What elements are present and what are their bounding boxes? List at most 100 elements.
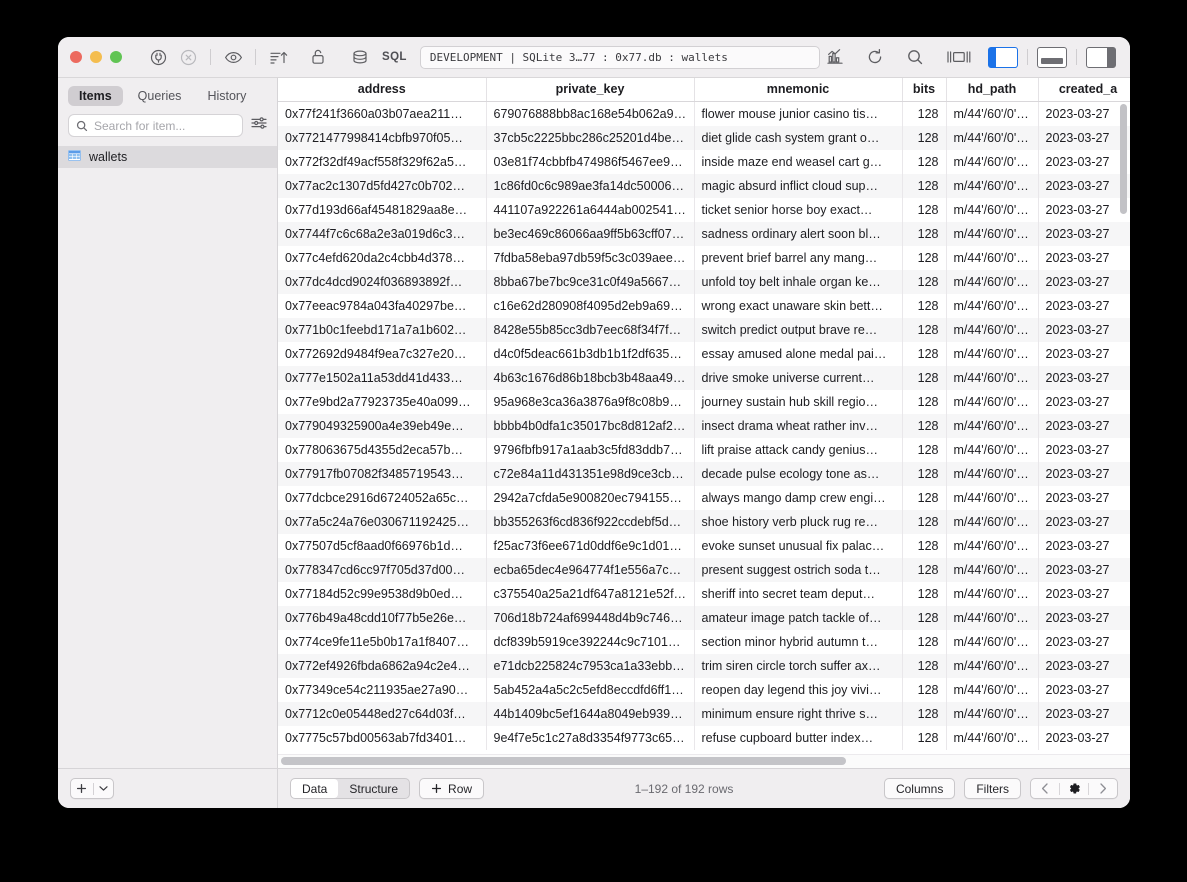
cell-bits[interactable]: 128 xyxy=(902,317,947,342)
cell-bits[interactable]: 128 xyxy=(902,149,947,174)
cell-private_key[interactable]: 679076888bb8ac168e54b062a918… xyxy=(486,101,695,126)
cell-bits[interactable]: 128 xyxy=(902,101,947,126)
cell-hd_path[interactable]: m/44'/60'/0'/0/0 xyxy=(946,581,1039,606)
table-row[interactable]: 0x7744f7c6c68a2e3a019d6c3… be3ec469c86066… xyxy=(278,221,1130,246)
view-mode-data[interactable]: Data xyxy=(291,779,339,798)
cell-address[interactable]: 0x77e9bd2a77923735e40a099… xyxy=(278,389,487,414)
cell-created_at[interactable]: 2023-03-27 xyxy=(1038,677,1130,702)
column-header-private-key[interactable]: private_key xyxy=(486,78,695,102)
cell-bits[interactable]: 128 xyxy=(902,461,947,486)
cell-created_at[interactable]: 2023-03-27 xyxy=(1038,269,1130,294)
table-row[interactable]: 0x77dcbce2916d6724052a65c… 2942a7cfda5e90… xyxy=(278,485,1130,510)
column-header-address[interactable]: address xyxy=(278,78,487,102)
cell-bits[interactable]: 128 xyxy=(902,341,947,366)
layout-right-sidebar-button[interactable] xyxy=(1086,46,1116,68)
cell-hd_path[interactable]: m/44'/60'/0'/0/0 xyxy=(946,701,1039,726)
cell-mnemonic[interactable]: insect drama wheat rather inv… xyxy=(694,413,903,438)
cell-hd_path[interactable]: m/44'/60'/0'/0/0 xyxy=(946,197,1039,222)
cell-bits[interactable]: 128 xyxy=(902,245,947,270)
cell-address[interactable]: 0x778347cd6cc97f705d37d00… xyxy=(278,557,487,582)
cell-mnemonic[interactable]: ticket senior horse boy exact… xyxy=(694,197,903,222)
table-row[interactable]: 0x77349ce54c211935ae27a90… 5ab452a4a5c2c5… xyxy=(278,677,1130,702)
cell-bits[interactable]: 128 xyxy=(902,125,947,150)
table-row[interactable]: 0x772f32df49acf558f329f62a5… 03e81f74cbbf… xyxy=(278,149,1130,174)
expand-icon[interactable] xyxy=(942,43,976,71)
cell-private_key[interactable]: 8428e55b85cc3db7eec68f34f7fccdf… xyxy=(486,317,695,342)
sql-label[interactable]: SQL xyxy=(375,51,414,63)
cell-address[interactable]: 0x77349ce54c211935ae27a90… xyxy=(278,677,487,702)
cell-mnemonic[interactable]: flower mouse junior casino tis… xyxy=(694,101,903,126)
connect-icon[interactable] xyxy=(143,43,173,71)
table-row[interactable]: 0x77f241f3660a03b07aea211… 679076888bb8ac… xyxy=(278,101,1130,126)
cell-created_at[interactable]: 2023-03-27 xyxy=(1038,413,1130,438)
cell-created_at[interactable]: 2023-03-27 xyxy=(1038,725,1130,750)
cell-hd_path[interactable]: m/44'/60'/0'/0/0 xyxy=(946,557,1039,582)
cell-created_at[interactable]: 2023-03-27 xyxy=(1038,557,1130,582)
cell-private_key[interactable]: be3ec469c86066aa9ff5b63cff0773… xyxy=(486,221,695,246)
cell-address[interactable]: 0x772ef4926fbda6862a94c2e4… xyxy=(278,653,487,678)
table-row[interactable]: 0x771b0c1feebd171a7a1b602… 8428e55b85cc3d… xyxy=(278,317,1130,342)
cell-address[interactable]: 0x777e1502a11a53dd41d433… xyxy=(278,365,487,390)
cell-hd_path[interactable]: m/44'/60'/0'/0/0 xyxy=(946,629,1039,654)
table-row[interactable]: 0x77eeac9784a043fa40297be… c16e62d280908f… xyxy=(278,293,1130,318)
cell-hd_path[interactable]: m/44'/60'/0'/0/0 xyxy=(946,653,1039,678)
add-item-menu-button[interactable] xyxy=(94,779,114,798)
cell-created_at[interactable]: 2023-03-27 xyxy=(1038,533,1130,558)
table-row[interactable]: 0x772ef4926fbda6862a94c2e4… e71dcb225824c… xyxy=(278,653,1130,678)
table-row[interactable]: 0x776b49a48cdd10f77b5e26e… 706d18b724af69… xyxy=(278,605,1130,630)
previous-page-button[interactable] xyxy=(1031,779,1059,798)
table-row[interactable]: 0x7775c57bd00563ab7fd3401… 9e4f7e5c1c27a8… xyxy=(278,725,1130,750)
cell-mnemonic[interactable]: section minor hybrid autumn t… xyxy=(694,629,903,654)
cell-bits[interactable]: 128 xyxy=(902,725,947,750)
cell-address[interactable]: 0x77d193d66af45481829aa8e… xyxy=(278,197,487,222)
cell-private_key[interactable]: ecba65dec4e964774f1e556a7cd5d… xyxy=(486,557,695,582)
table-row[interactable]: 0x77d193d66af45481829aa8e… 441107a922261a… xyxy=(278,197,1130,222)
cell-bits[interactable]: 128 xyxy=(902,269,947,294)
cell-hd_path[interactable]: m/44'/60'/0'/0/0 xyxy=(946,677,1039,702)
cell-hd_path[interactable]: m/44'/60'/0'/0/0 xyxy=(946,149,1039,174)
cell-address[interactable]: 0x77dcbce2916d6724052a65c… xyxy=(278,485,487,510)
table-row[interactable]: 0x779049325900a4e39eb49e… bbbb4b0dfa1c350… xyxy=(278,413,1130,438)
cell-mnemonic[interactable]: wrong exact unaware skin bett… xyxy=(694,293,903,318)
cell-bits[interactable]: 128 xyxy=(902,197,947,222)
cell-bits[interactable]: 128 xyxy=(902,677,947,702)
sidebar-item-wallets[interactable]: wallets xyxy=(58,146,277,168)
cell-bits[interactable]: 128 xyxy=(902,389,947,414)
cell-private_key[interactable]: 5ab452a4a5c2c5efd8eccdfd6ff12d1… xyxy=(486,677,695,702)
table-row[interactable]: 0x777e1502a11a53dd41d433… 4b63c1676d86b18… xyxy=(278,365,1130,390)
cell-hd_path[interactable]: m/44'/60'/0'/0/0 xyxy=(946,725,1039,750)
cell-address[interactable]: 0x776b49a48cdd10f77b5e26e… xyxy=(278,605,487,630)
cell-private_key[interactable]: 2942a7cfda5e900820ec794155c1ff… xyxy=(486,485,695,510)
cell-hd_path[interactable]: m/44'/60'/0'/0/0 xyxy=(946,293,1039,318)
cell-private_key[interactable]: 706d18b724af699448d4b9c746752… xyxy=(486,605,695,630)
table-settings-button[interactable] xyxy=(1060,779,1088,798)
close-button[interactable] xyxy=(70,51,82,63)
cell-hd_path[interactable]: m/44'/60'/0'/0/0 xyxy=(946,269,1039,294)
cell-bits[interactable]: 128 xyxy=(902,605,947,630)
cell-mnemonic[interactable]: unfold toy belt inhale organ ke… xyxy=(694,269,903,294)
table-row[interactable]: 0x77e9bd2a77923735e40a099… 95a968e3ca36a3… xyxy=(278,389,1130,414)
layout-bottom-panel-button[interactable] xyxy=(1037,46,1067,68)
cell-bits[interactable]: 128 xyxy=(902,437,947,462)
cell-private_key[interactable]: 7fdba58eba97db59f5c3c039aeea67… xyxy=(486,245,695,270)
table-row[interactable]: 0x77917fb07082f3485719543… c72e84a11d4313… xyxy=(278,461,1130,486)
zoom-button[interactable] xyxy=(110,51,122,63)
cell-private_key[interactable]: c72e84a11d431351e98d9ce3cb241… xyxy=(486,461,695,486)
column-header-mnemonic[interactable]: mnemonic xyxy=(694,78,903,102)
cell-hd_path[interactable]: m/44'/60'/0'/0/0 xyxy=(946,509,1039,534)
cell-mnemonic[interactable]: decade pulse ecology tone as… xyxy=(694,461,903,486)
cell-mnemonic[interactable]: reopen day legend this joy vivi… xyxy=(694,677,903,702)
cell-private_key[interactable]: 03e81f74cbbfb474986f5467ee99cb… xyxy=(486,149,695,174)
lock-icon[interactable] xyxy=(303,43,333,71)
cell-address[interactable]: 0x77ac2c1307d5fd427c0b702… xyxy=(278,173,487,198)
cell-hd_path[interactable]: m/44'/60'/0'/0/0 xyxy=(946,245,1039,270)
cell-hd_path[interactable]: m/44'/60'/0'/0/0 xyxy=(946,485,1039,510)
cell-address[interactable]: 0x77f241f3660a03b07aea211… xyxy=(278,101,487,126)
cell-mnemonic[interactable]: shoe history verb pluck rug re… xyxy=(694,509,903,534)
cell-bits[interactable]: 128 xyxy=(902,413,947,438)
cell-address[interactable]: 0x778063675d4355d2eca57b… xyxy=(278,437,487,462)
table-row[interactable]: 0x7721477998414cbfb970f05… 37cb5c2225bbc2… xyxy=(278,125,1130,150)
cell-private_key[interactable]: 9e4f7e5c1c27a8d3354f9773c653fd… xyxy=(486,725,695,750)
cell-address[interactable]: 0x77dc4dcd9024f036893892f… xyxy=(278,269,487,294)
cell-created_at[interactable]: 2023-03-27 xyxy=(1038,173,1130,198)
